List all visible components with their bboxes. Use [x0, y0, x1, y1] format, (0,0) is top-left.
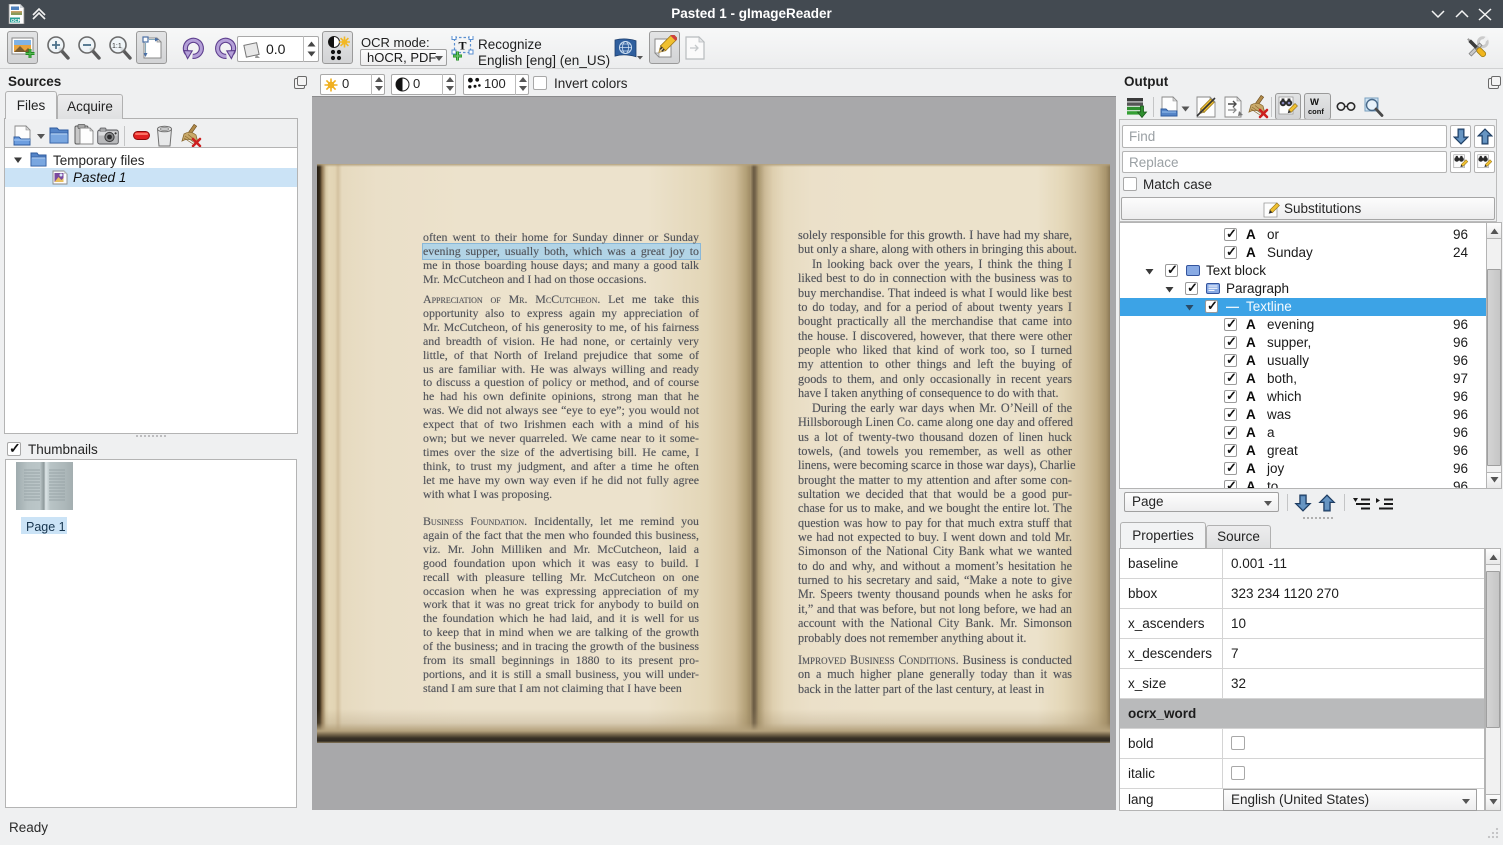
svg-text:T: T — [459, 39, 467, 53]
svg-text:conf: conf — [1308, 107, 1324, 116]
svg-text:1:1: 1:1 — [112, 43, 122, 50]
